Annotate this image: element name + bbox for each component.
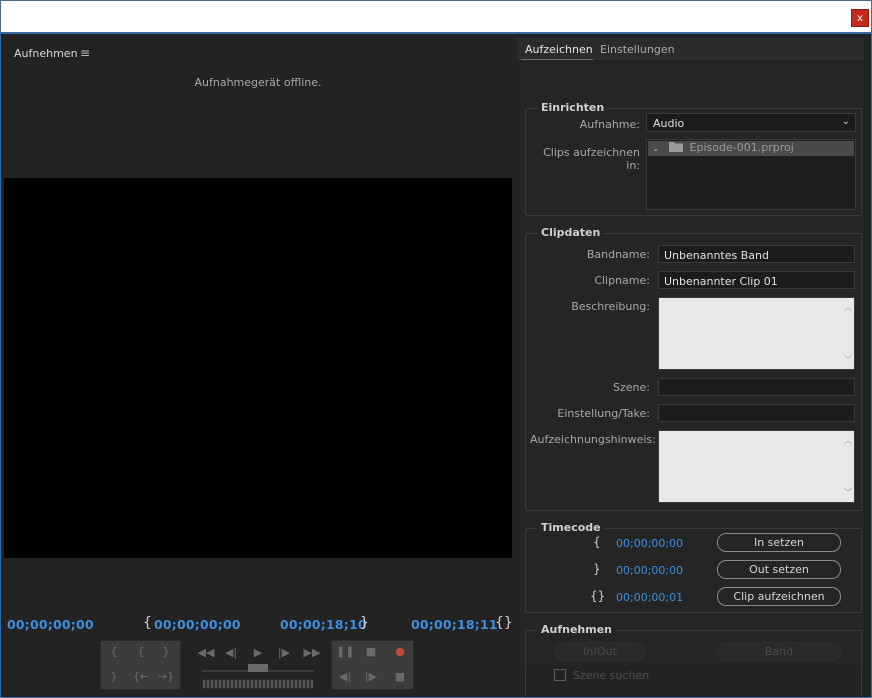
scene-detect-checkbox[interactable] <box>554 669 566 681</box>
description-label: Beschreibung: <box>571 300 650 313</box>
project-tree[interactable]: ⌄ Episode-001.prproj <box>646 139 856 210</box>
log-clip-button[interactable]: Clip aufzeichnen <box>717 587 841 606</box>
in-point-icon: { <box>593 535 601 549</box>
scroll-down-icon[interactable]: ﹀ <box>844 354 852 365</box>
capture-group <box>525 630 862 698</box>
out-point-icon: } <box>593 562 601 576</box>
scroll-up-icon[interactable]: ︿ <box>844 302 852 313</box>
duration-timecode[interactable]: 00;00;18;11 <box>411 617 498 632</box>
window-titlebar: x <box>0 0 872 32</box>
step-forward-button[interactable]: |▶ <box>275 646 293 659</box>
capture-select[interactable]: Audio ⌄ <box>646 113 856 132</box>
goto-out-button[interactable]: →} <box>157 670 175 683</box>
clipdata-legend: Clipdaten <box>537 226 605 239</box>
video-preview <box>4 178 512 558</box>
tree-item-project[interactable]: ⌄ Episode-001.prproj <box>648 141 854 156</box>
shuttle-control[interactable] <box>202 679 314 689</box>
folder-icon <box>669 142 684 152</box>
next-scene-button[interactable]: |▶ <box>362 670 380 683</box>
chevron-down-icon: ⌄ <box>841 116 850 127</box>
capture-inout-button[interactable]: In/Out <box>554 642 646 661</box>
out-timecode[interactable]: 00;00;00;00 <box>616 564 683 577</box>
fast-forward-button[interactable]: ▶▶ <box>300 646 324 659</box>
project-name: Episode-001.prproj <box>689 141 794 154</box>
capture-value: Audio <box>653 117 685 130</box>
stop-button[interactable]: ■ <box>362 645 380 658</box>
device-status: Aufnahmegerät offline. <box>194 76 322 89</box>
jog-slider[interactable] <box>202 662 314 676</box>
rewind-button[interactable]: ◀◀ <box>194 646 218 659</box>
clip-name-input[interactable]: Unbenannter Clip 01 <box>658 271 855 289</box>
tape-label: Bandname: <box>586 248 650 261</box>
clip-label: Clipname: <box>594 274 650 287</box>
previous-scene-button[interactable]: ◀| <box>336 670 354 683</box>
set-in-button[interactable]: In setzen <box>717 533 841 552</box>
tab-bar: Aufzeichnen Einstellungen <box>517 38 864 60</box>
record-button[interactable]: ● <box>391 645 409 658</box>
capture-tape-button[interactable]: Band <box>717 642 841 661</box>
scene-detect-icon[interactable]: ■ <box>391 670 409 683</box>
marker-controls: { { } } {← →} <box>100 640 181 690</box>
close-button[interactable]: x <box>851 9 869 27</box>
capture-label: Aufnahme: <box>579 118 640 131</box>
out-point-icon: } <box>360 615 369 631</box>
capture-legend: Aufnehmen <box>537 623 617 636</box>
marker-menu-icon[interactable]: } <box>105 670 123 683</box>
set-in-marker-icon[interactable]: { <box>105 645 123 658</box>
in-point-timecode[interactable]: 00;00;00;00 <box>154 617 241 632</box>
set-out-button[interactable]: } <box>157 645 175 658</box>
shot-label: Einstellung/Take: <box>557 407 650 420</box>
current-timecode[interactable]: 00;00;00;00 <box>7 617 94 632</box>
duration-icon: {} <box>590 589 606 603</box>
log-note-textarea[interactable]: ︿ ﹀ <box>658 430 855 503</box>
step-back-button[interactable]: ◀| <box>222 646 240 659</box>
scene-label: Szene: <box>613 381 650 394</box>
tape-name-input[interactable]: Unbenanntes Band <box>658 245 855 263</box>
duration-timecode[interactable]: 00;00;00;01 <box>616 591 683 604</box>
duration-icon: {} <box>495 615 513 631</box>
expand-chevron-icon[interactable]: ⌄ <box>652 144 660 154</box>
clips-label: Clips aufzeichnen in: <box>543 146 640 172</box>
timecode-legend: Timecode <box>537 521 605 534</box>
setup-legend: Einrichten <box>537 101 609 114</box>
goto-in-button[interactable]: {← <box>132 670 150 683</box>
scene-detect-label: Szene suchen <box>573 669 650 682</box>
panel-menu-icon[interactable]: ≡ <box>80 46 90 60</box>
scroll-down-icon[interactable]: ﹀ <box>844 487 852 498</box>
in-timecode[interactable]: 00;00;00;00 <box>616 537 683 550</box>
panel-title: Aufnehmen <box>14 47 78 60</box>
out-point-timecode[interactable]: 00;00;18;10 <box>280 617 367 632</box>
pause-button[interactable]: ❚❚ <box>336 645 354 658</box>
scene-input[interactable] <box>658 378 855 396</box>
shot-take-input[interactable] <box>658 404 855 422</box>
play-button[interactable]: ▶ <box>249 646 267 659</box>
description-textarea[interactable]: ︿ ﹀ <box>658 297 855 370</box>
transport-record-controls: ❚❚ ■ ● ◀| |▶ ■ <box>331 640 414 690</box>
in-point-icon: { <box>143 615 152 631</box>
log-note-label: Aufzeichnungshinweis: <box>530 433 656 446</box>
active-tab-indicator <box>521 59 593 60</box>
scroll-up-icon[interactable]: ︿ <box>844 435 852 446</box>
tab-aufzeichnen[interactable]: Aufzeichnen <box>525 43 593 56</box>
set-in-button[interactable]: { <box>132 645 150 658</box>
set-out-button[interactable]: Out setzen <box>717 560 841 579</box>
tab-einstellungen[interactable]: Einstellungen <box>600 43 675 56</box>
